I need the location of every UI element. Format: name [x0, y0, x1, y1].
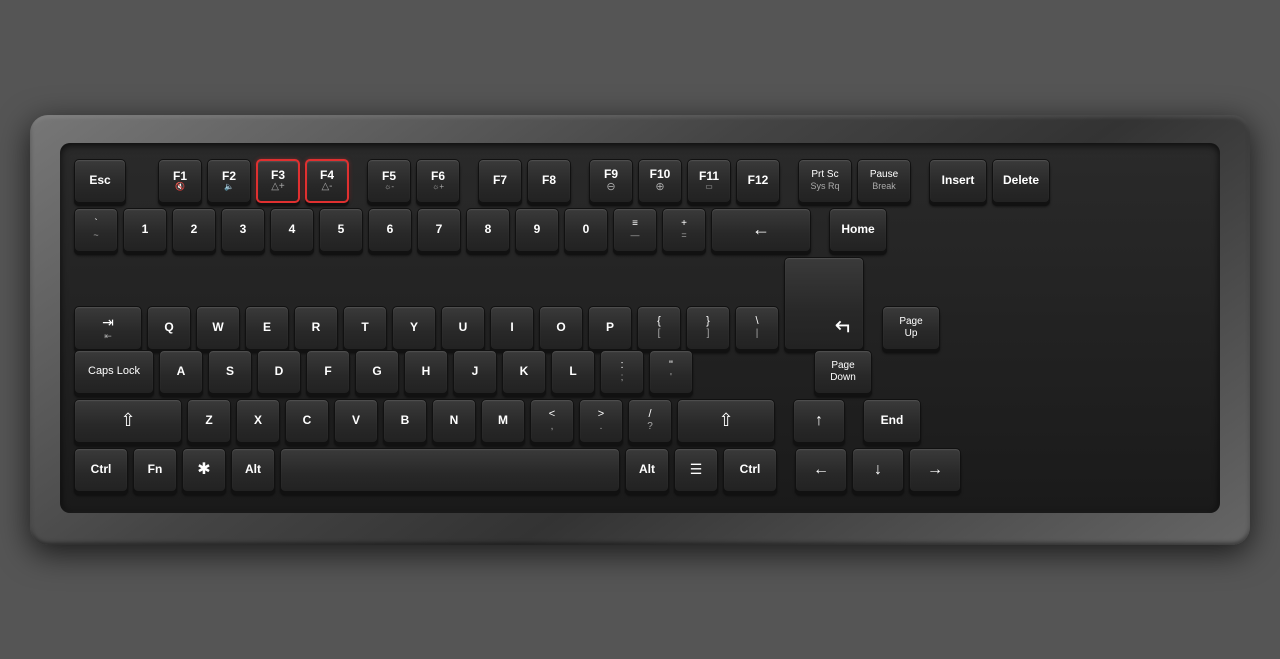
key-shift-left[interactable]: ⇧: [74, 399, 182, 443]
key-n[interactable]: N: [432, 399, 476, 443]
key-t[interactable]: T: [343, 306, 387, 350]
asdf-row: Caps Lock A S D F G H J K L : ; " ': [74, 350, 1206, 394]
key-1[interactable]: 1: [123, 208, 167, 252]
key-f4[interactable]: F4 △-: [305, 159, 349, 203]
key-equals[interactable]: + =: [662, 208, 706, 252]
key-left-arrow[interactable]: ←: [795, 448, 847, 492]
key-down-arrow[interactable]: ↓: [852, 448, 904, 492]
qwerty-row: ⇥ ⇤ Q W E R T Y U I O P { [ } ] \ |: [74, 257, 1206, 350]
key-win[interactable]: ✱: [182, 448, 226, 492]
key-pause[interactable]: Pause Break: [857, 159, 911, 203]
enter-container: ↵: [784, 257, 864, 350]
key-f[interactable]: F: [306, 350, 350, 394]
key-f10[interactable]: F10 ⊕: [638, 159, 682, 203]
keyboard-inner: Esc F1 🔇 F2 🔈 F3 △+ F4 △- F5 ☼-: [60, 143, 1220, 513]
key-e[interactable]: E: [245, 306, 289, 350]
key-x[interactable]: X: [236, 399, 280, 443]
key-f5[interactable]: F5 ☼-: [367, 159, 411, 203]
key-delete[interactable]: Delete: [992, 159, 1050, 203]
function-row: Esc F1 🔇 F2 🔈 F3 △+ F4 △- F5 ☼-: [74, 159, 1206, 203]
key-end[interactable]: End: [863, 399, 921, 443]
key-8[interactable]: 8: [466, 208, 510, 252]
bottom-row: Ctrl Fn ✱ Alt Alt ☰ Ctrl: [74, 448, 1206, 492]
key-esc[interactable]: Esc: [74, 159, 126, 203]
key-lbracket[interactable]: { [: [637, 306, 681, 350]
key-b[interactable]: B: [383, 399, 427, 443]
key-slash[interactable]: / ?: [628, 399, 672, 443]
key-backtick[interactable]: ` ~: [74, 208, 118, 252]
key-f9[interactable]: F9 ⊖: [589, 159, 633, 203]
key-right-arrow[interactable]: →: [909, 448, 961, 492]
key-c[interactable]: C: [285, 399, 329, 443]
key-p[interactable]: P: [588, 306, 632, 350]
key-w[interactable]: W: [196, 306, 240, 350]
key-ctrl-left[interactable]: Ctrl: [74, 448, 128, 492]
key-i[interactable]: I: [490, 306, 534, 350]
key-minus[interactable]: ≡ —: [613, 208, 657, 252]
key-f7[interactable]: F7: [478, 159, 522, 203]
key-s[interactable]: S: [208, 350, 252, 394]
key-o[interactable]: O: [539, 306, 583, 350]
key-j[interactable]: J: [453, 350, 497, 394]
key-f3[interactable]: F3 △+: [256, 159, 300, 203]
key-backspace[interactable]: ←: [711, 208, 811, 252]
key-rbracket[interactable]: } ]: [686, 306, 730, 350]
key-insert[interactable]: Insert: [929, 159, 987, 203]
key-home[interactable]: Home: [829, 208, 887, 252]
key-y[interactable]: Y: [392, 306, 436, 350]
keyboard-shell: Esc F1 🔇 F2 🔈 F3 △+ F4 △- F5 ☼-: [30, 115, 1250, 545]
key-semicolon[interactable]: : ;: [600, 350, 644, 394]
key-alt-right[interactable]: Alt: [625, 448, 669, 492]
key-capslock[interactable]: Caps Lock: [74, 350, 154, 394]
key-7[interactable]: 7: [417, 208, 461, 252]
key-v[interactable]: V: [334, 399, 378, 443]
key-m[interactable]: M: [481, 399, 525, 443]
key-menu[interactable]: ☰: [674, 448, 718, 492]
key-6[interactable]: 6: [368, 208, 412, 252]
key-d[interactable]: D: [257, 350, 301, 394]
key-quote[interactable]: " ': [649, 350, 693, 394]
key-2[interactable]: 2: [172, 208, 216, 252]
key-period[interactable]: > .: [579, 399, 623, 443]
key-z[interactable]: Z: [187, 399, 231, 443]
key-f6[interactable]: F6 ☼+: [416, 159, 460, 203]
key-4[interactable]: 4: [270, 208, 314, 252]
key-space[interactable]: [280, 448, 620, 492]
key-r[interactable]: R: [294, 306, 338, 350]
key-l[interactable]: L: [551, 350, 595, 394]
key-q[interactable]: Q: [147, 306, 191, 350]
key-f8[interactable]: F8: [527, 159, 571, 203]
key-prtsc[interactable]: Prt Sc Sys Rq: [798, 159, 852, 203]
key-0[interactable]: 0: [564, 208, 608, 252]
key-ctrl-right[interactable]: Ctrl: [723, 448, 777, 492]
key-f12[interactable]: F12: [736, 159, 780, 203]
key-5[interactable]: 5: [319, 208, 363, 252]
key-f11[interactable]: F11 ▭: [687, 159, 731, 203]
key-pageup[interactable]: PageUp: [882, 306, 940, 350]
key-enter[interactable]: ↵: [784, 257, 864, 350]
key-a[interactable]: A: [159, 350, 203, 394]
key-up-arrow[interactable]: ↑: [793, 399, 845, 443]
key-3[interactable]: 3: [221, 208, 265, 252]
key-backslash[interactable]: \ |: [735, 306, 779, 350]
key-pagedown[interactable]: PageDown: [814, 350, 872, 394]
key-fn[interactable]: Fn: [133, 448, 177, 492]
key-f2[interactable]: F2 🔈: [207, 159, 251, 203]
key-u[interactable]: U: [441, 306, 485, 350]
key-comma[interactable]: < ,: [530, 399, 574, 443]
key-alt-left[interactable]: Alt: [231, 448, 275, 492]
key-shift-right[interactable]: ⇧: [677, 399, 775, 443]
key-k[interactable]: K: [502, 350, 546, 394]
key-f1[interactable]: F1 🔇: [158, 159, 202, 203]
key-h[interactable]: H: [404, 350, 448, 394]
zxcv-row: ⇧ Z X C V B N M < , > . / ? ⇧: [74, 399, 1206, 443]
key-g[interactable]: G: [355, 350, 399, 394]
key-9[interactable]: 9: [515, 208, 559, 252]
number-row: ` ~ 1 2 3 4 5 6 7: [74, 208, 1206, 252]
key-tab[interactable]: ⇥ ⇤: [74, 306, 142, 350]
